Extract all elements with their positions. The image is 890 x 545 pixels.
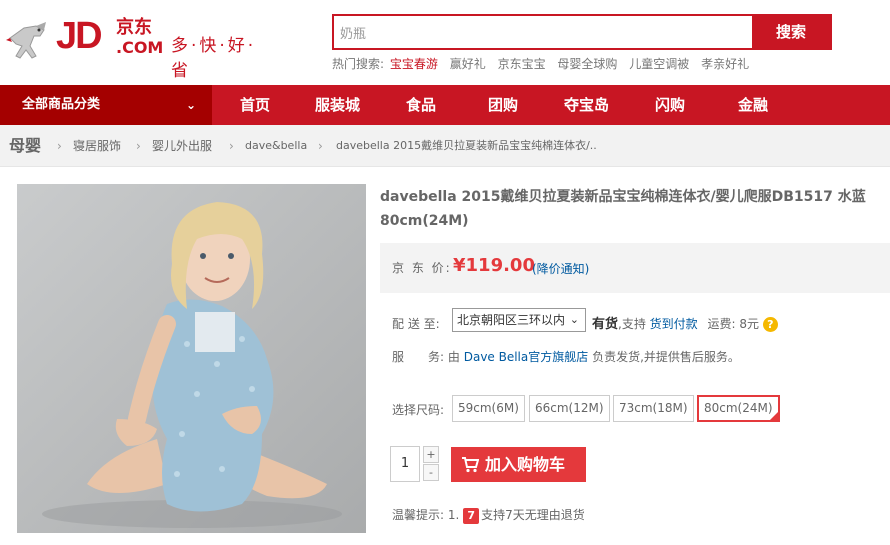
- nav-item-group-buy[interactable]: 团购: [488, 85, 518, 125]
- nav-item-food[interactable]: 食品: [406, 85, 436, 125]
- chevron-right-icon: ›: [57, 139, 62, 153]
- hot-search-label: 热门搜索:: [332, 57, 385, 71]
- breadcrumb-item[interactable]: 寝居服饰: [73, 125, 121, 167]
- jd-dog-mascot-icon: [6, 22, 46, 59]
- breadcrumb-current: davebella 2015戴维贝拉夏装新品宝宝纯棉连体衣/..: [336, 139, 597, 152]
- stock-status: 有货: [592, 317, 619, 332]
- seven-day-return-icon: 7: [463, 507, 480, 524]
- add-to-cart-label: 加入购物车: [485, 455, 566, 474]
- breadcrumb-item[interactable]: dave&bella: [245, 125, 307, 167]
- question-icon[interactable]: ?: [762, 317, 778, 332]
- logo-cn-text: 京东: [116, 17, 152, 38]
- tips: 温馨提示: 1. 7 支持7天无理由退货: [392, 506, 585, 524]
- nav-item-flash-sale[interactable]: 闪购: [655, 85, 685, 125]
- cod-link[interactable]: 货到付款: [650, 317, 698, 331]
- breadcrumb-root[interactable]: 母婴: [9, 125, 41, 167]
- product-image[interactable]: [17, 184, 366, 533]
- child-photo-illustration: [42, 202, 342, 528]
- size-option[interactable]: 66cm(12M): [529, 395, 610, 422]
- nav-item-finance[interactable]: 金融: [738, 85, 768, 125]
- shop-link[interactable]: Dave Bella官方旗舰店: [464, 350, 589, 364]
- price-value: ¥119.00: [453, 255, 535, 276]
- size-option[interactable]: 59cm(6M): [452, 395, 525, 422]
- price-label: 京 东 价:: [392, 261, 452, 275]
- quantity-decrease-button[interactable]: -: [423, 464, 439, 481]
- all-categories-label: 全部商品分类: [22, 97, 101, 112]
- search-bar: 搜索: [332, 14, 832, 50]
- price-notify-link[interactable]: (降价通知): [532, 260, 589, 277]
- freight-label: 运费:: [707, 317, 736, 331]
- chevron-down-icon: ⌄: [569, 313, 579, 326]
- size-option-selected[interactable]: 80cm(24M): [697, 395, 780, 422]
- delivery-label: 配 送 至:: [392, 317, 440, 331]
- hot-search-link[interactable]: 赢好礼: [450, 57, 486, 71]
- nav-item-clothing[interactable]: 服装城: [315, 85, 360, 125]
- breadcrumb: 母婴 › 寝居服饰 › 婴儿外出服 › dave&bella › davebel…: [0, 125, 890, 167]
- add-to-cart-button[interactable]: 加入购物车: [451, 447, 586, 482]
- quantity-input[interactable]: 1: [390, 446, 420, 482]
- quantity-increase-button[interactable]: +: [423, 446, 439, 463]
- tip-label: 温馨提示:: [392, 508, 445, 522]
- freight-value: 8元: [739, 317, 760, 331]
- cart-icon: [462, 457, 479, 473]
- service-from: 由: [447, 350, 460, 364]
- logo-slogan: 多·快·好·省: [171, 36, 257, 81]
- hot-search-link[interactable]: 母婴全球购: [557, 57, 617, 71]
- size-label: 选择尺码:: [392, 403, 445, 417]
- size-option[interactable]: 73cm(18M): [613, 395, 694, 422]
- chevron-down-icon: ⌄: [185, 98, 196, 112]
- hot-searches: 热门搜索: 宝宝春游 赢好礼 京东宝宝 母婴全球购 儿童空调被 孝亲好礼: [332, 55, 757, 72]
- service-label: 服 务:: [392, 350, 445, 364]
- nav-item-treasure[interactable]: 夺宝岛: [564, 85, 609, 125]
- support-text: ,支持: [618, 317, 646, 331]
- tip-text: 支持7天无理由退货: [481, 508, 585, 522]
- service-info: 服 务: 由 Dave Bella官方旗舰店 负责发货,并提供售后服务。: [392, 348, 740, 365]
- logo-jd-text: JD: [56, 15, 103, 57]
- delivery-region-value: 北京朝阳区三环以内: [457, 313, 566, 327]
- delivery-region-select[interactable]: 北京朝阳区三环以内 ⌄: [452, 308, 586, 332]
- search-input[interactable]: [334, 16, 752, 48]
- chevron-right-icon: ›: [229, 139, 234, 153]
- tip-index: 1.: [447, 508, 460, 522]
- service-rest: 负责发货,并提供售后服务。: [592, 350, 740, 364]
- hot-search-link[interactable]: 儿童空调被: [629, 57, 689, 71]
- all-categories-button[interactable]: 全部商品分类 ⌄: [0, 85, 212, 125]
- nav-item-home[interactable]: 首页: [240, 85, 270, 125]
- product-title: davebella 2015戴维贝拉夏装新品宝宝纯棉连体衣/婴儿爬服DB1517…: [380, 189, 866, 229]
- selected-size-label: 80cm(24M): [704, 401, 773, 415]
- search-button[interactable]: 搜索: [752, 16, 830, 48]
- stock-info: 有货,支持 货到付款 运费: 8元 ?: [592, 313, 778, 332]
- main-nav: 全部商品分类 ⌄ 首页 服装城 食品 团购 夺宝岛 闪购 金融: [0, 85, 890, 125]
- jd-logo[interactable]: JD 京东 .COM 多·快·好·省: [6, 14, 276, 81]
- hot-search-link[interactable]: 京东宝宝: [498, 57, 546, 71]
- check-corner-icon: [769, 412, 778, 420]
- logo-com-text: .COM: [116, 38, 164, 57]
- hot-search-link[interactable]: 宝宝春游: [390, 57, 438, 71]
- hot-search-link[interactable]: 孝亲好礼: [701, 57, 749, 71]
- chevron-right-icon: ›: [318, 139, 323, 153]
- price-box: 京 东 价: ¥119.00 (降价通知): [380, 243, 890, 293]
- chevron-right-icon: ›: [136, 139, 141, 153]
- breadcrumb-item[interactable]: 婴儿外出服: [152, 125, 212, 167]
- header: JD 京东 .COM 多·快·好·省 搜索 热门搜索: 宝宝春游 赢好礼 京东宝…: [0, 0, 890, 85]
